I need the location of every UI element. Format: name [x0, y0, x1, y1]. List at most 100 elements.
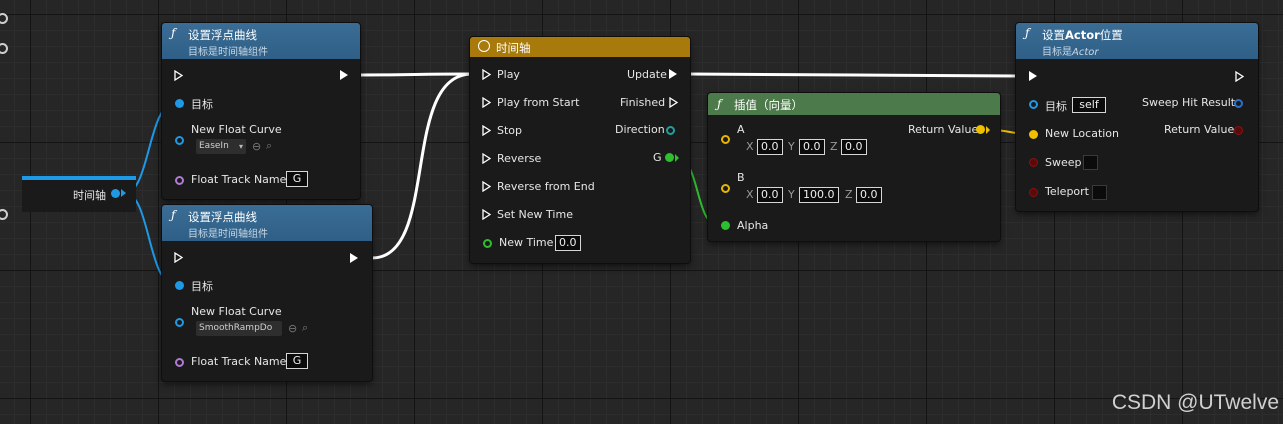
timeline-variable-output-pin[interactable]	[111, 189, 120, 198]
function-icon: ƒ	[1025, 26, 1030, 40]
a-label: A	[737, 123, 745, 136]
b-x-input[interactable]: 0.0	[757, 187, 783, 203]
exec-in-play-from-start[interactable]	[482, 97, 491, 108]
target-pin[interactable]	[175, 281, 184, 290]
return-value-pin[interactable]	[976, 125, 985, 134]
target-label: 目标	[191, 280, 213, 293]
exec-in-set-new-time[interactable]	[482, 209, 491, 220]
exec-in-reverse-from-end[interactable]	[482, 181, 491, 192]
g-pin[interactable]	[665, 153, 674, 162]
curve-asset-value: SmoothRampDo	[199, 323, 273, 333]
new-float-curve-label: New Float Curve	[191, 123, 282, 136]
pin-arrow-icon	[121, 189, 126, 197]
timeline-node[interactable]: 时间轴 Play Play from Start Stop Reverse Re…	[470, 37, 690, 263]
exec-out-pin[interactable]	[340, 70, 348, 80]
a-y-input[interactable]: 0.0	[799, 139, 825, 155]
node-subtitle: 目标是Actor	[1042, 43, 1099, 58]
float-track-name-input[interactable]: G	[286, 171, 308, 187]
exec-wire-1	[359, 72, 473, 77]
b-y-label: Y	[788, 188, 795, 201]
variable-color-bar	[22, 176, 136, 180]
node-subtitle: 目标是时间轴组件	[188, 229, 268, 240]
direction-pin[interactable]	[666, 126, 675, 135]
a-x-label: X	[746, 140, 754, 153]
a-z-label: Z	[830, 140, 838, 153]
curve-asset-dropdown[interactable]: EaseIn ▾	[196, 139, 246, 154]
input-set-new-time-label: Set New Time	[497, 208, 573, 221]
node-title: 设置浮点曲线	[188, 28, 257, 42]
exec-in-reverse[interactable]	[482, 153, 491, 164]
new-time-pin[interactable]	[483, 239, 492, 248]
b-pin[interactable]	[721, 184, 730, 193]
sweep-checkbox[interactable]	[1083, 155, 1098, 170]
b-x-label: X	[746, 188, 754, 201]
exec-wire-2	[371, 72, 473, 260]
a-z-input[interactable]: 0.0	[841, 139, 867, 155]
subtitle-prefix: 目标是	[1042, 47, 1072, 58]
a-x-input[interactable]: 0.0	[757, 139, 783, 155]
new-location-pin[interactable]	[1029, 130, 1038, 139]
new-float-curve-pin[interactable]	[175, 136, 184, 145]
teleport-checkbox[interactable]	[1092, 185, 1107, 200]
target-pin[interactable]	[175, 99, 184, 108]
sweep-pin[interactable]	[1029, 158, 1038, 167]
new-float-curve-pin[interactable]	[175, 318, 184, 327]
node-title: 时间轴	[496, 41, 531, 55]
target-input[interactable]: self	[1072, 97, 1106, 113]
target-label: 目标	[191, 98, 213, 111]
b-z-input[interactable]: 0.0	[856, 187, 882, 203]
alpha-pin[interactable]	[721, 221, 730, 230]
new-time-label: New Time	[499, 236, 554, 249]
clock-icon	[478, 40, 490, 52]
float-track-name-input[interactable]: G	[286, 353, 308, 369]
return-value-label: Return Value	[908, 123, 979, 136]
sweep-hit-result-label: Sweep Hit Result	[1142, 96, 1236, 109]
browse-search-icon[interactable]: ⌕	[266, 139, 272, 153]
set-float-curve-node-2[interactable]: ƒ 设置浮点曲线 目标是时间轴组件 目标 New Float Curve Smo…	[162, 205, 372, 381]
exec-out-finished[interactable]	[669, 97, 678, 108]
subtitle-italic: Actor	[1072, 47, 1099, 58]
node-header: ƒ 设置浮点曲线 目标是时间轴组件	[162, 23, 360, 59]
exec-in-stop[interactable]	[482, 125, 491, 136]
return-value-pin[interactable]	[1234, 126, 1243, 135]
float-track-name-label: Float Track Name	[191, 355, 287, 368]
browse-search-icon[interactable]: ⌕	[302, 321, 308, 335]
target-pin[interactable]	[1029, 100, 1038, 109]
use-asset-arrow-icon[interactable]: ⊖	[252, 140, 261, 153]
use-asset-arrow-icon[interactable]: ⊖	[288, 322, 297, 335]
set-actor-location-node[interactable]: ƒ 设置Actor位置 目标是Actor 目标 self Sweep Hit R…	[1016, 23, 1258, 211]
alpha-label: Alpha	[737, 219, 769, 232]
node-title: 插值（向量）	[734, 98, 803, 112]
input-play-from-start-label: Play from Start	[497, 96, 580, 109]
exec-in-pin[interactable]	[174, 70, 183, 81]
output-g-label: G	[653, 151, 662, 164]
node-title: 设置浮点曲线	[188, 210, 257, 224]
exec-in-play[interactable]	[482, 69, 491, 80]
float-track-name-label: Float Track Name	[191, 173, 287, 186]
new-location-label: New Location	[1045, 127, 1120, 140]
a-y-label: Y	[788, 140, 795, 153]
set-float-curve-node-1[interactable]: ƒ 设置浮点曲线 目标是时间轴组件 目标 New Float Curve Eas…	[162, 23, 360, 199]
output-update-label: Update	[627, 68, 667, 81]
teleport-pin[interactable]	[1029, 188, 1038, 197]
float-track-name-pin[interactable]	[175, 358, 184, 367]
b-label: B	[737, 171, 745, 184]
float-track-name-pin[interactable]	[175, 176, 184, 185]
curve-asset-dropdown[interactable]: SmoothRampDo	[196, 321, 282, 336]
new-float-curve-label: New Float Curve	[191, 305, 282, 318]
output-finished-label: Finished	[620, 96, 666, 109]
exec-out-update[interactable]	[669, 69, 677, 79]
new-time-input[interactable]: 0.0	[555, 235, 581, 251]
exec-out-pin[interactable]	[1235, 71, 1244, 82]
b-y-input[interactable]: 100.0	[799, 187, 839, 203]
pin-arrow-icon	[675, 154, 679, 162]
input-reverse-from-end-label: Reverse from End	[497, 180, 595, 193]
timeline-variable-node[interactable]: 时间轴	[22, 176, 136, 212]
function-icon: ƒ	[171, 26, 176, 40]
exec-in-pin[interactable]	[174, 252, 183, 263]
lerp-vector-node[interactable]: ƒ 插值（向量） A X 0.0 Y 0.0 Z 0.0 B X 0.0 Y 1…	[708, 93, 1000, 241]
exec-out-pin[interactable]	[350, 253, 358, 263]
exec-in-pin[interactable]	[1029, 71, 1037, 81]
sweep-hit-result-pin[interactable]	[1234, 99, 1243, 108]
a-pin[interactable]	[721, 135, 730, 144]
